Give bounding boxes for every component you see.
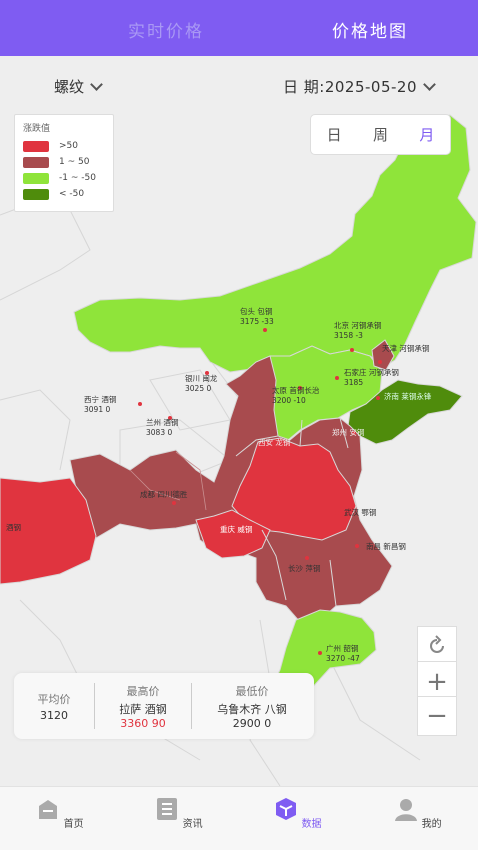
min-price-value: 2900 0 bbox=[232, 716, 272, 730]
date-select-value: 日 期:2025-05-20 bbox=[283, 78, 417, 96]
legend-item: < -50 bbox=[23, 186, 105, 202]
legend-item: >50 bbox=[23, 138, 105, 154]
city-label: 武汉 鄂钢 bbox=[344, 508, 377, 517]
avg-price: 平均价 3120 bbox=[14, 691, 94, 722]
chevron-down-icon bbox=[423, 78, 436, 91]
city-label: 包头 包钢 3175 -33 bbox=[240, 307, 274, 326]
nav-data[interactable]: 数据 bbox=[268, 797, 328, 830]
city-dot[interactable] bbox=[350, 348, 354, 352]
city-label: 成都 四川德胜 bbox=[140, 490, 188, 499]
max-price-city: 拉萨 酒钢 bbox=[119, 702, 167, 716]
max-price-value: 3360 90 bbox=[120, 716, 166, 730]
user-icon bbox=[395, 799, 418, 821]
city-dot[interactable] bbox=[263, 328, 267, 332]
product-select[interactable]: 螺纹 bbox=[54, 76, 103, 97]
map-legend: 涨跌值 >50 1 ~ 50 -1 ~ -50 < -50 bbox=[14, 114, 114, 212]
city-label: 郑州 安钢 bbox=[332, 428, 365, 437]
min-price: 最低价 乌鲁木齐 八钢 2900 0 bbox=[192, 683, 312, 730]
city-dot[interactable] bbox=[172, 501, 176, 505]
legend-swatch bbox=[23, 188, 49, 200]
city-label: 太原 首钢长治 3200 -10 bbox=[272, 386, 320, 405]
max-price-label: 最高价 bbox=[126, 684, 160, 698]
city-label: 长沙 萍钢 bbox=[288, 564, 321, 573]
legend-swatch bbox=[23, 140, 49, 152]
zoom-out-icon[interactable]: − bbox=[417, 696, 457, 736]
city-label: 南昌 新昌钢 bbox=[366, 542, 406, 551]
tab-realtime-price[interactable]: 实时价格 bbox=[128, 17, 204, 42]
city-dot[interactable] bbox=[335, 376, 339, 380]
city-dot[interactable] bbox=[318, 651, 322, 655]
city-dot[interactable] bbox=[138, 402, 142, 406]
city-label: 西宁 酒钢 3091 0 bbox=[84, 395, 117, 414]
city-dot[interactable] bbox=[376, 396, 380, 400]
nav-me[interactable]: 我的 bbox=[388, 797, 448, 830]
city-label: 天津 河钢承钢 bbox=[382, 344, 430, 353]
period-month-button[interactable]: 月 bbox=[419, 124, 434, 145]
city-dot[interactable] bbox=[305, 556, 309, 560]
max-price: 最高价 拉萨 酒钢 3360 90 bbox=[95, 683, 191, 730]
city-label: 北京 河钢承钢 3158 -3 bbox=[334, 321, 382, 340]
city-label: 酒钢 bbox=[6, 523, 21, 532]
price-stats-card: 平均价 3120 最高价 拉萨 酒钢 3360 90 最低价 乌鲁木齐 八钢 2… bbox=[14, 673, 314, 739]
home-icon bbox=[39, 800, 58, 819]
product-select-value: 螺纹 bbox=[54, 78, 85, 96]
refresh-icon[interactable] bbox=[417, 626, 457, 666]
city-label: 广州 韶钢 3270 -47 bbox=[326, 644, 360, 663]
nav-news[interactable]: 资讯 bbox=[149, 797, 209, 830]
date-select[interactable]: 日 期:2025-05-20 bbox=[283, 76, 436, 97]
legend-title: 涨跌值 bbox=[23, 124, 51, 134]
legend-item: -1 ~ -50 bbox=[23, 170, 105, 186]
chevron-down-icon bbox=[90, 78, 103, 91]
legend-item: 1 ~ 50 bbox=[23, 154, 105, 170]
city-label: 济南 莱钢永锋 bbox=[384, 392, 432, 401]
nav-home[interactable]: 首页 bbox=[30, 797, 90, 830]
period-week-button[interactable]: 周 bbox=[373, 124, 388, 145]
city-label: 石家庄 河钢承钢 3185 bbox=[344, 368, 399, 387]
avg-price-label: 平均价 bbox=[37, 692, 71, 706]
bottom-nav: 首页 资讯 数据 我的 bbox=[0, 786, 478, 850]
zoom-in-icon[interactable]: + bbox=[417, 661, 457, 701]
nav-me-label: 我的 bbox=[421, 819, 442, 830]
news-icon bbox=[157, 798, 178, 820]
city-label: 重庆 威钢 bbox=[220, 525, 253, 534]
data-cube-icon bbox=[276, 798, 297, 820]
period-day-button[interactable]: 日 bbox=[327, 124, 342, 145]
legend-swatch bbox=[23, 156, 49, 168]
city-label: 兰州 酒钢 3083 0 bbox=[146, 418, 179, 437]
tab-price-map[interactable]: 价格地图 bbox=[332, 17, 408, 42]
city-dot[interactable] bbox=[335, 511, 339, 515]
avg-price-value: 3120 bbox=[40, 708, 68, 722]
top-tab-bar: 实时价格 价格地图 bbox=[0, 0, 478, 56]
period-toggle: 日 周 月 bbox=[310, 114, 451, 155]
nav-data-label: 数据 bbox=[301, 819, 322, 830]
nav-home-label: 首页 bbox=[63, 819, 84, 830]
legend-swatch bbox=[23, 172, 49, 184]
city-dot[interactable] bbox=[355, 544, 359, 548]
min-price-label: 最低价 bbox=[235, 684, 269, 698]
city-label: 银川 闽龙 3025 0 bbox=[185, 374, 218, 393]
city-dot[interactable] bbox=[378, 360, 382, 364]
city-label: 西安 龙钢 bbox=[258, 438, 291, 447]
nav-news-label: 资讯 bbox=[182, 819, 203, 830]
min-price-city: 乌鲁木齐 八钢 bbox=[217, 702, 287, 716]
